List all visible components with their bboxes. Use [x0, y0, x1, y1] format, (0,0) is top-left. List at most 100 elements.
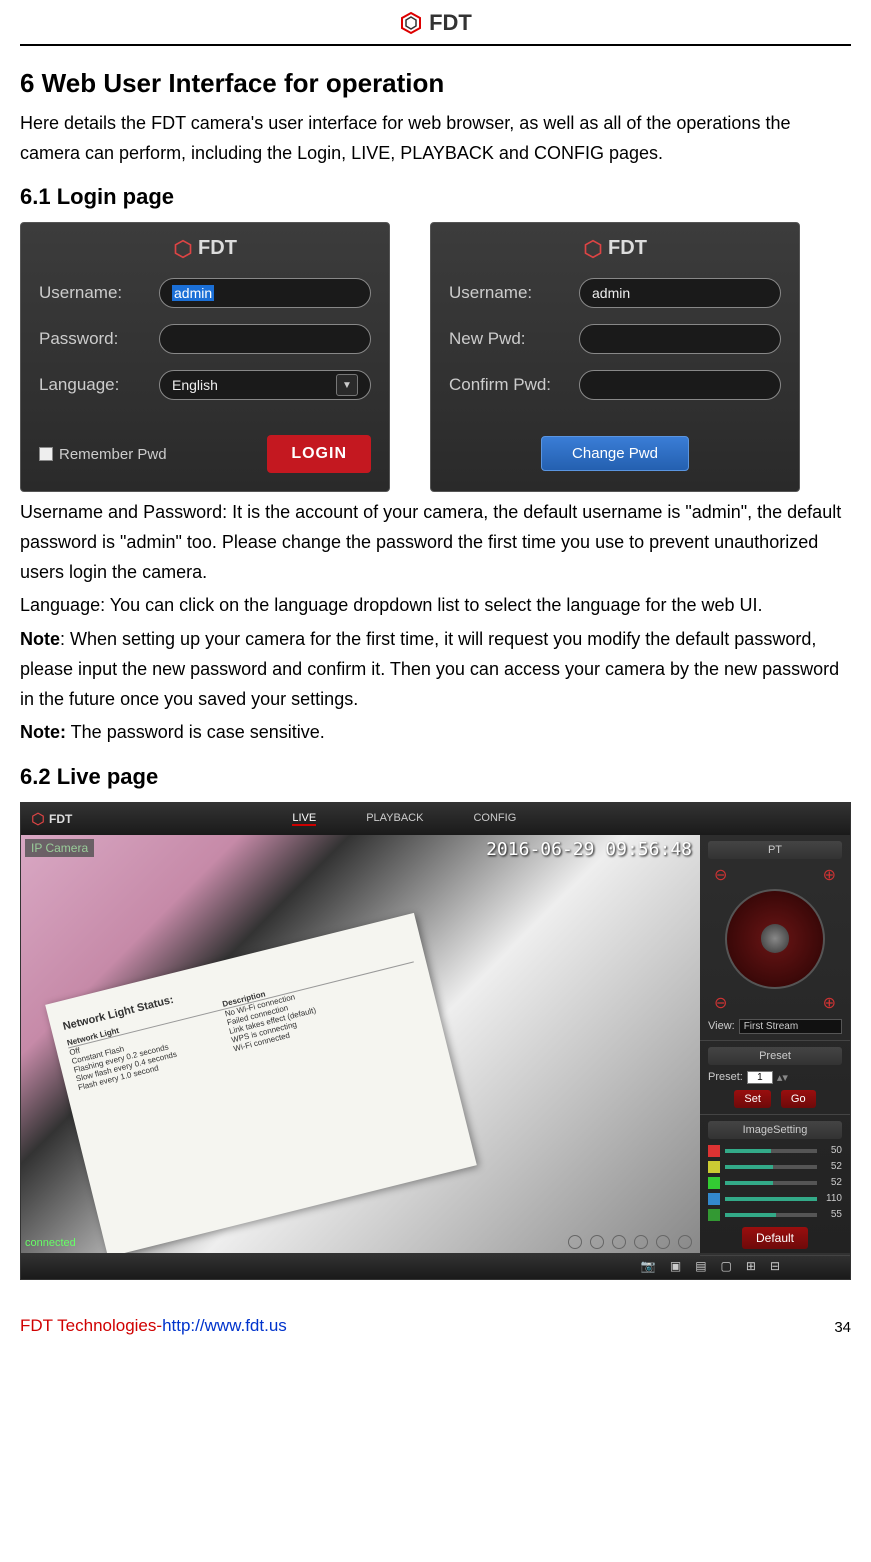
video-icons [568, 1235, 692, 1249]
fdt-logo-icon [583, 239, 603, 259]
layout-1-icon[interactable]: ▢ [721, 1259, 732, 1273]
language-label: Language: [39, 375, 159, 395]
tab-config[interactable]: CONFIG [473, 812, 516, 826]
username-value: admin [592, 285, 630, 301]
confirmpwd-label: Confirm Pwd: [449, 375, 579, 395]
image-slider[interactable]: 52 [708, 1161, 842, 1173]
panel-brand: FDT [198, 237, 237, 260]
view-label: View: [708, 1020, 735, 1032]
tab-playback[interactable]: PLAYBACK [366, 812, 423, 826]
zoom-out-icon[interactable]: ⊖ [714, 993, 727, 1013]
changepwd-panel: FDT Username: admin New Pwd: Confirm Pwd… [430, 222, 800, 492]
username-value: admin [172, 285, 214, 301]
live-heading: 6.2 Live page [20, 764, 851, 790]
newpwd-input[interactable] [579, 324, 781, 354]
icon[interactable] [612, 1235, 626, 1249]
layout-9-icon[interactable]: ⊟ [770, 1259, 780, 1273]
note-label: Note [20, 629, 60, 649]
change-pwd-button[interactable]: Change Pwd [541, 436, 689, 471]
slider-track[interactable] [725, 1181, 817, 1185]
sd-icon[interactable]: ▤ [695, 1259, 706, 1273]
record-icon[interactable]: ▣ [670, 1259, 681, 1273]
camera-icon[interactable]: 📷 [641, 1259, 656, 1273]
confirmpwd-input[interactable] [579, 370, 781, 400]
slider-track[interactable] [725, 1197, 817, 1201]
default-button[interactable]: Default [742, 1227, 808, 1249]
live-sidebar: PT ⊖⊕ ⊖⊕ View: First Stream Preset Prese… [700, 835, 850, 1253]
live-topbar: FDT LIVE PLAYBACK CONFIG [21, 803, 850, 835]
checkbox-icon[interactable] [39, 447, 53, 461]
username-input[interactable]: admin [159, 278, 371, 308]
icon[interactable] [656, 1235, 670, 1249]
username-label: Username: [449, 283, 579, 303]
login-panels: FDT Username: admin Password: Language: … [20, 222, 851, 492]
slider-track[interactable] [725, 1165, 817, 1169]
section-intro: Here details the FDT camera's user inter… [20, 109, 851, 168]
slider-value: 52 [822, 1161, 842, 1172]
newpwd-label: New Pwd: [449, 329, 579, 349]
password-label: Password: [39, 329, 159, 349]
fdt-logo-icon [173, 239, 193, 259]
set-button[interactable]: Set [734, 1090, 771, 1108]
slider-color-icon [708, 1161, 720, 1173]
image-slider[interactable]: 110 [708, 1193, 842, 1205]
image-slider[interactable]: 50 [708, 1145, 842, 1157]
connected-status: connected [25, 1237, 76, 1249]
video-feed: IP Camera 2016-06-29 09:56:48 Network Li… [21, 835, 700, 1253]
login-heading: 6.1 Login page [20, 184, 851, 210]
zoom-out-icon[interactable]: ⊖ [714, 865, 727, 885]
image-slider[interactable]: 55 [708, 1209, 842, 1221]
login-button[interactable]: LOGIN [267, 435, 371, 473]
go-button[interactable]: Go [781, 1090, 816, 1108]
preset-title: Preset [708, 1047, 842, 1065]
icon[interactable] [568, 1235, 582, 1249]
note-label: Note: [20, 722, 66, 742]
fdt-logo-icon [399, 11, 423, 35]
slider-value: 110 [822, 1193, 842, 1204]
fdt-logo-icon [31, 812, 45, 826]
live-screenshot: FDT LIVE PLAYBACK CONFIG IP Camera 2016-… [20, 802, 851, 1280]
pt-title: PT [708, 841, 842, 859]
stepper-icon[interactable]: ▴▾ [777, 1071, 788, 1084]
page-number: 34 [834, 1319, 851, 1336]
paper-in-video: Network Light Status: Network Light Desc… [45, 913, 477, 1253]
slider-track[interactable] [725, 1149, 817, 1153]
brand-logo: FDT [399, 10, 472, 36]
panel-logo: FDT [449, 237, 781, 260]
username-label: Username: [39, 283, 159, 303]
icon[interactable] [634, 1235, 648, 1249]
language-select[interactable]: English ▼ [159, 370, 371, 400]
footer-link[interactable]: http://www.fdt.us [162, 1316, 287, 1335]
remember-pwd[interactable]: Remember Pwd [39, 446, 167, 463]
live-tabs: LIVE PLAYBACK CONFIG [292, 812, 516, 826]
chevron-down-icon: ▼ [336, 374, 358, 396]
page-header: FDT [20, 0, 851, 46]
note-text: : When setting up your camera for the fi… [20, 629, 839, 708]
remember-label: Remember Pwd [59, 446, 167, 463]
image-slider[interactable]: 52 [708, 1177, 842, 1189]
view-select[interactable]: First Stream [739, 1019, 842, 1034]
video-timestamp: 2016-06-29 09:56:48 [486, 839, 692, 860]
zoom-in-icon[interactable]: ⊕ [823, 993, 836, 1013]
username-input[interactable]: admin [579, 278, 781, 308]
layout-4-icon[interactable]: ⊞ [746, 1259, 756, 1273]
ip-camera-label: IP Camera [25, 839, 94, 857]
note-2: Note: The password is case sensitive. [20, 718, 851, 748]
tab-live[interactable]: LIVE [292, 812, 316, 826]
slider-value: 55 [822, 1209, 842, 1220]
slider-value: 50 [822, 1145, 842, 1156]
panel-logo: FDT [39, 237, 371, 260]
pt-control-disc[interactable] [725, 889, 825, 989]
note-text: The password is case sensitive. [66, 722, 325, 742]
live-bottombar: 📷 ▣ ▤ ▢ ⊞ ⊟ [21, 1253, 850, 1279]
live-brand: FDT [31, 812, 72, 826]
password-input[interactable] [159, 324, 371, 354]
preset-input[interactable] [747, 1071, 773, 1084]
imagesetting-title: ImageSetting [708, 1121, 842, 1139]
icon[interactable] [590, 1235, 604, 1249]
icon[interactable] [678, 1235, 692, 1249]
slider-color-icon [708, 1177, 720, 1189]
zoom-in-icon[interactable]: ⊕ [823, 865, 836, 885]
slider-track[interactable] [725, 1213, 817, 1217]
language-value: English [172, 377, 218, 393]
